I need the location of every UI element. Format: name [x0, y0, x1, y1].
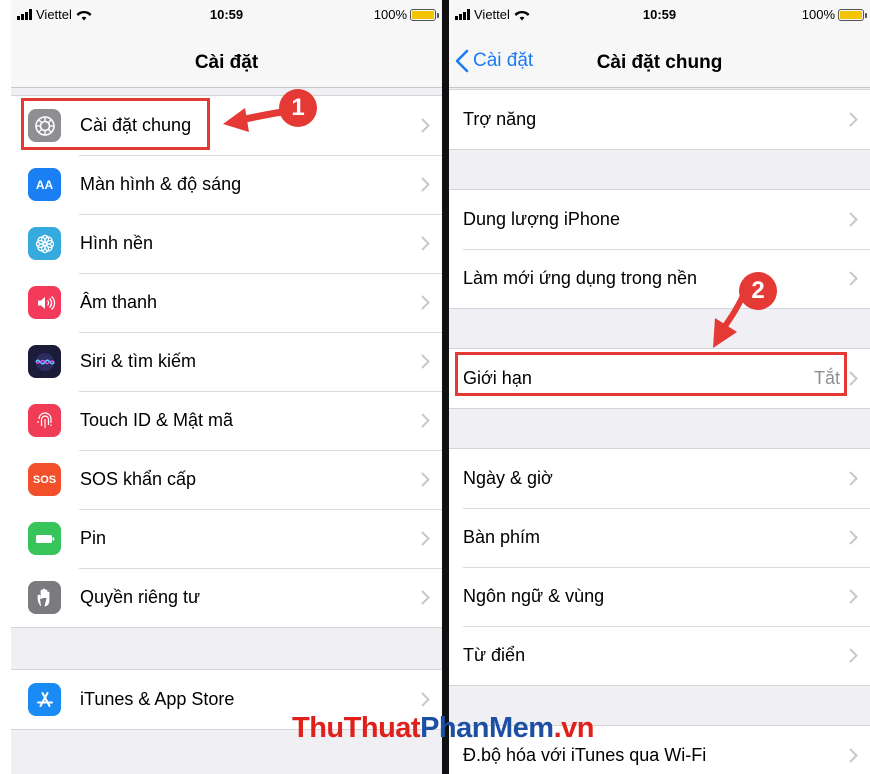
settings-item-display[interactable]: AA Màn hình & độ sáng [11, 155, 442, 214]
general-item-label: Bàn phím [463, 527, 541, 547]
chevron-right-icon [421, 472, 430, 487]
chevron-right-icon [421, 295, 430, 310]
chevron-right-icon [849, 371, 858, 386]
sos-icon: SOS [28, 463, 61, 496]
chevron-right-icon [421, 354, 430, 369]
chevron-right-icon [849, 589, 858, 604]
general-item-label: Trợ năng [463, 109, 537, 129]
settings-item-label: Siri & tìm kiếm [80, 351, 197, 371]
general-item-label: Giới hạn [463, 368, 532, 388]
restrictions-status: Tắt [813, 368, 840, 388]
general-item-keyboard[interactable]: Bàn phím [449, 508, 870, 567]
siri-icon [28, 345, 61, 378]
general-item-label: Từ điển [463, 645, 526, 665]
settings-item-label: Âm thanh [80, 292, 158, 312]
chevron-right-icon [421, 531, 430, 546]
screen-divider [442, 0, 449, 774]
settings-item-label: iTunes & App Store [80, 689, 235, 709]
watermark-text: ThuThuatPhanMem.vn [292, 712, 594, 744]
settings-item-battery[interactable]: Pin [11, 509, 442, 568]
display-brightness-icon: AA [28, 168, 61, 201]
wallpaper-flower-icon [28, 227, 61, 260]
chevron-right-icon [849, 648, 858, 663]
hand-icon [28, 581, 61, 614]
chevron-right-icon [421, 118, 430, 133]
settings-item-label: Pin [80, 528, 107, 548]
step-badge-1: 1 [279, 89, 317, 127]
general-item-background-refresh[interactable]: Làm mới ứng dụng trong nền [449, 249, 870, 308]
general-group-storage: Dung lượng iPhone Làm mới ứng dụng trong… [449, 189, 870, 309]
nav-bar: Cài đặt Cài đặt chung [449, 28, 870, 88]
general-item-iphone-storage[interactable]: Dung lượng iPhone [449, 190, 870, 249]
fingerprint-icon [28, 404, 61, 437]
settings-item-label: SOS khẩn cấp [80, 469, 197, 489]
settings-item-touch-id[interactable]: Touch ID & Mật mã [11, 391, 442, 450]
general-group-locale: Ngày & giờ Bàn phím Ngôn ngữ & vùng Từ đ… [449, 448, 870, 686]
chevron-right-icon [421, 236, 430, 251]
chevron-right-icon [849, 271, 858, 286]
settings-group-main: Cài đặt chung AA Màn hình & độ sáng Hình… [11, 95, 442, 628]
status-bar: Viettel 10:59 100% [11, 0, 442, 28]
general-group-restrictions: Giới hạn Tắt [449, 348, 870, 409]
settings-item-label: Touch ID & Mật mã [80, 410, 234, 430]
battery-percent: 100% [373, 7, 407, 22]
settings-item-label: Quyền riêng tư [80, 587, 201, 607]
general-item-language-region[interactable]: Ngôn ngữ & vùng [449, 567, 870, 626]
chevron-right-icon [849, 530, 858, 545]
general-item-label: Đ.bộ hóa với iTunes qua Wi-Fi [463, 745, 707, 765]
page-title: Cài đặt chung [596, 52, 723, 73]
general-item-label: Ngày & giờ [463, 468, 553, 488]
settings-item-emergency-sos[interactable]: SOS SOS khẩn cấp [11, 450, 442, 509]
settings-item-wallpaper[interactable]: Hình nền [11, 214, 442, 273]
app-store-icon [28, 683, 61, 716]
chevron-right-icon [849, 212, 858, 227]
chevron-right-icon [849, 112, 858, 127]
general-item-dictionary[interactable]: Từ điển [449, 626, 870, 685]
status-bar: Viettel 10:59 100% [449, 0, 870, 28]
general-item-date-time[interactable]: Ngày & giờ [449, 449, 870, 508]
chevron-right-icon [849, 748, 858, 763]
battery-status-icon [838, 8, 867, 21]
general-item-label: Dung lượng iPhone [463, 209, 620, 229]
settings-screen: Viettel 10:59 100% Cài đặt Cài đặt chung… [11, 0, 442, 774]
chevron-right-icon [849, 471, 858, 486]
general-item-restrictions[interactable]: Giới hạn Tắt [449, 349, 870, 408]
battery-icon [28, 522, 61, 555]
step-badge-2: 2 [739, 272, 777, 310]
settings-item-sound[interactable]: Âm thanh [11, 273, 442, 332]
settings-item-privacy[interactable]: Quyền riêng tư [11, 568, 442, 627]
settings-item-general[interactable]: Cài đặt chung [11, 96, 442, 155]
general-item-accessibility[interactable]: Trợ năng [449, 90, 870, 149]
settings-item-label: Cài đặt chung [80, 115, 192, 135]
speaker-icon [28, 286, 61, 319]
general-group-accessibility: Trợ năng [449, 89, 870, 150]
general-item-label: Ngôn ngữ & vùng [463, 586, 605, 606]
chevron-right-icon [421, 692, 430, 707]
gear-icon [28, 109, 61, 142]
settings-item-label: Hình nền [80, 233, 154, 253]
chevron-right-icon [421, 413, 430, 428]
battery-percent: 100% [801, 7, 835, 22]
general-item-label: Làm mới ứng dụng trong nền [463, 268, 697, 288]
chevron-right-icon [421, 590, 430, 605]
settings-item-siri[interactable]: Siri & tìm kiếm [11, 332, 442, 391]
nav-bar: Cài đặt [11, 28, 442, 88]
general-settings-screen: Viettel 10:59 100% Cài đặt Cài đặt chung… [449, 0, 870, 774]
settings-item-label: Màn hình & độ sáng [80, 174, 242, 194]
page-title: Cài đặt [194, 52, 259, 73]
battery-status-icon [410, 8, 439, 21]
chevron-right-icon [421, 177, 430, 192]
